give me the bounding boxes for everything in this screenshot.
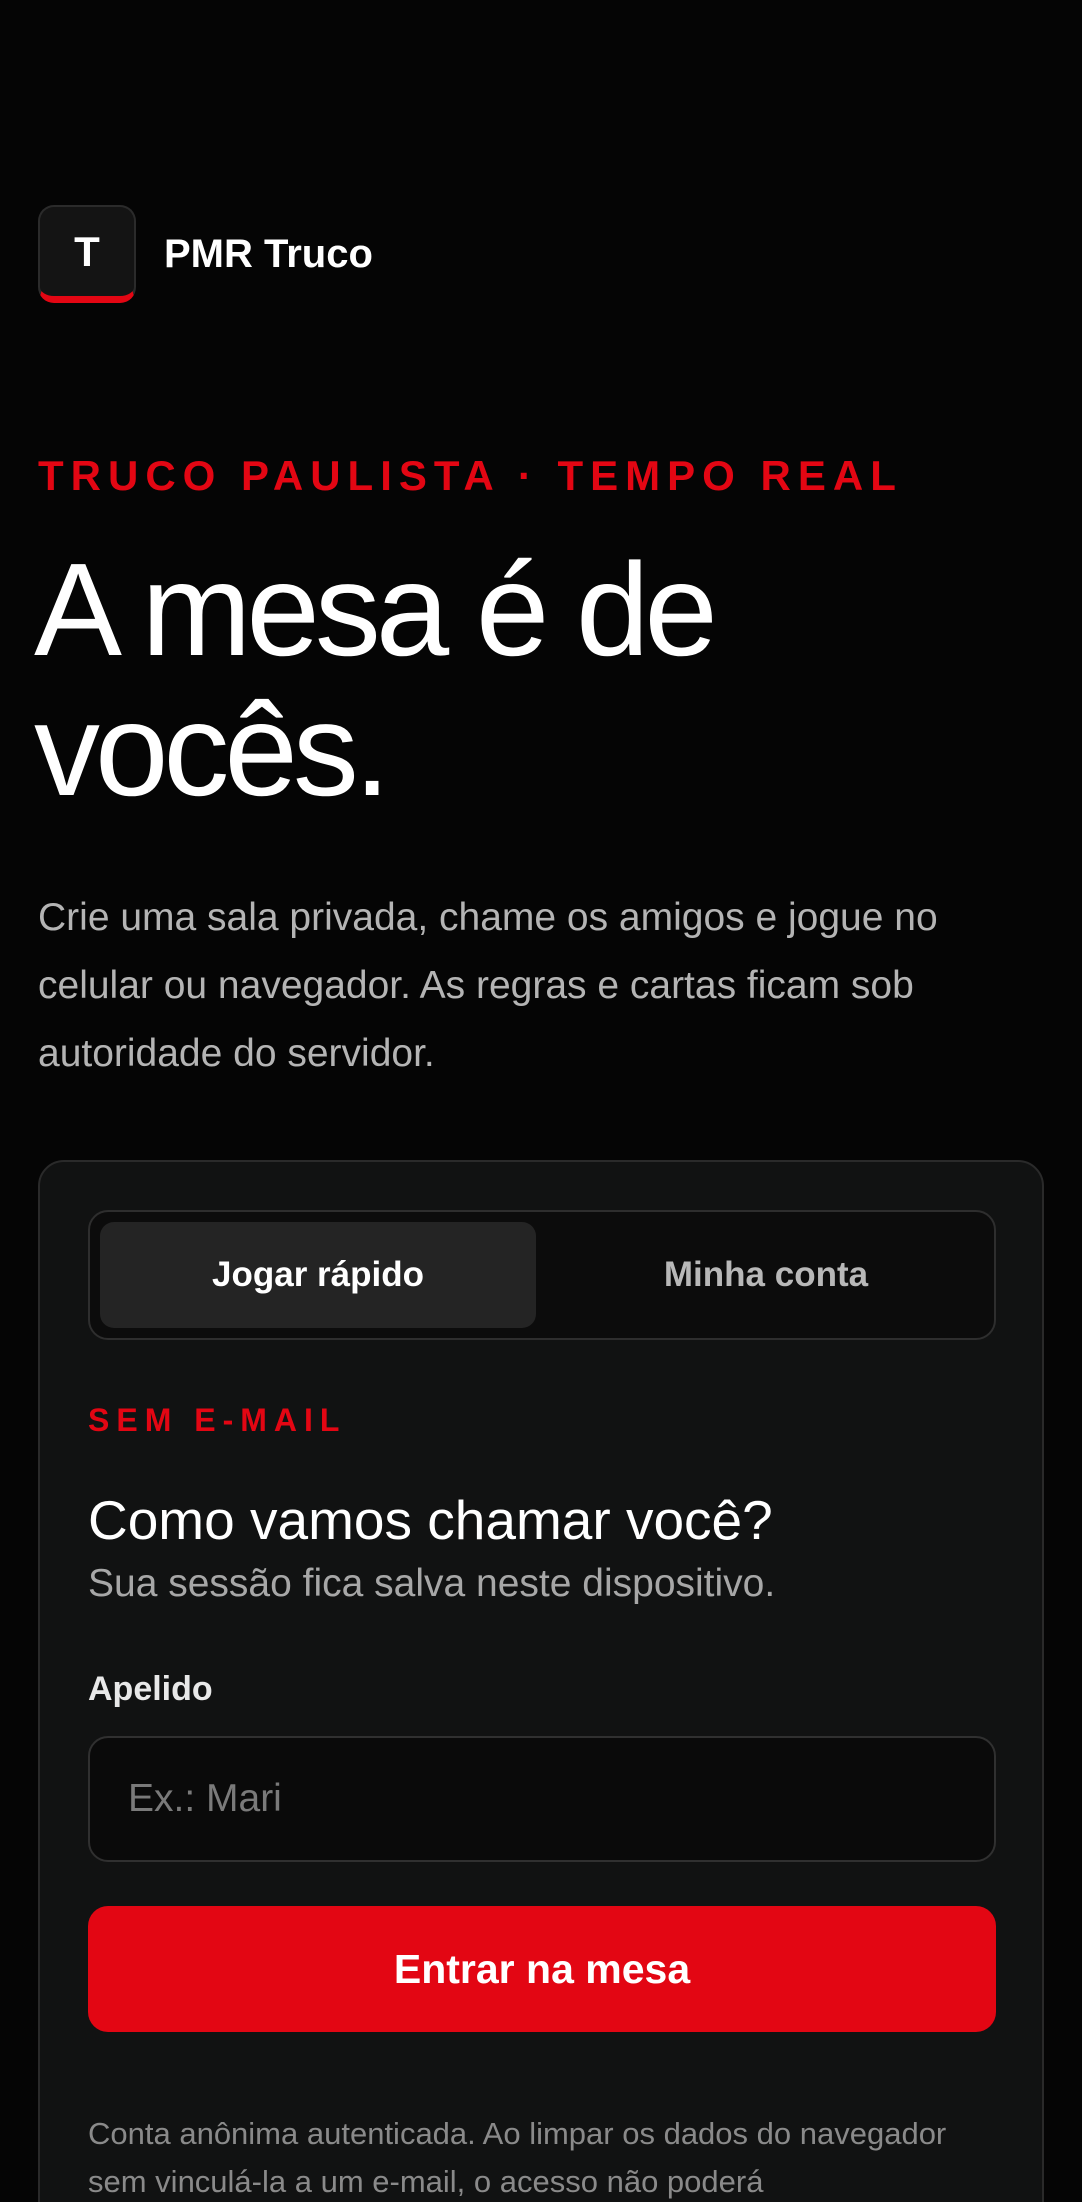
login-card: Jogar rápido Minha conta SEM E-MAIL Como…: [38, 1160, 1044, 2202]
app-logo: T: [38, 205, 136, 303]
mode-tabs: Jogar rápido Minha conta: [88, 1210, 996, 1340]
enter-table-button[interactable]: Entrar na mesa: [88, 1906, 996, 2032]
app-name: PMR Truco: [164, 231, 373, 276]
hero-lead: Crie uma sala privada, chame os amigos e…: [38, 896, 938, 1075]
login-page: T PMR Truco TRUCO PAULISTA · TEMPO REAL …: [0, 0, 1082, 2202]
anonymous-account-note: Conta anônima autenticada. Ao limpar os …: [88, 2116, 947, 2199]
nickname-label: Apelido: [88, 1670, 213, 1708]
tab-my-account[interactable]: Minha conta: [548, 1222, 984, 1328]
nickname-input[interactable]: [88, 1736, 996, 1862]
form-title: Como vamos chamar você?: [88, 1489, 773, 1551]
hero-eyebrow: TRUCO PAULISTA · TEMPO REAL: [38, 452, 903, 499]
brand: T PMR Truco: [38, 205, 373, 303]
hero-headline: A mesa é de vocês.: [34, 536, 718, 823]
form-subtitle: Sua sessão fica salva neste dispositivo.: [88, 1562, 776, 1605]
tab-quick-play[interactable]: Jogar rápido: [100, 1222, 536, 1328]
section-tag: SEM E-MAIL: [88, 1402, 347, 1438]
